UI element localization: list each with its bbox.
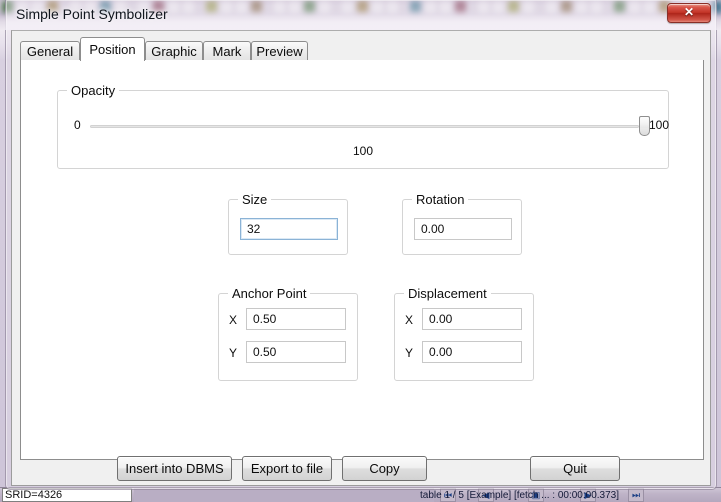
displacement-y-label: Y <box>405 346 414 360</box>
close-button[interactable] <box>667 3 711 23</box>
tab-mark[interactable]: Mark <box>203 41 251 61</box>
anchor-point-y-label: Y <box>229 346 238 360</box>
dialog-client-area: General Position Graphic Mark Preview Op… <box>11 30 711 486</box>
rotation-group-label: Rotation <box>412 192 469 207</box>
position-tab-page: Opacity 0 100 100 Size Rotation <box>20 60 704 460</box>
background-status-separator <box>134 488 434 502</box>
displacement-x-label: X <box>405 313 414 327</box>
displacement-group-label: Displacement <box>404 286 491 301</box>
rotation-input[interactable] <box>414 218 512 240</box>
tab-bar: General Position Graphic Mark Preview <box>20 37 704 61</box>
opacity-slider-track[interactable] <box>90 125 639 128</box>
background-nav-last-button[interactable]: ⏭ <box>628 488 644 502</box>
anchor-point-x-input[interactable] <box>246 308 346 330</box>
insert-into-dbms-button[interactable]: Insert into DBMS <box>117 456 232 481</box>
size-group-label: Size <box>238 192 272 207</box>
tab-graphic[interactable]: Graphic <box>145 41 203 61</box>
opacity-group-label: Opacity <box>67 83 120 98</box>
anchor-point-group: Anchor Point X Y <box>218 286 358 381</box>
background-srid-field[interactable]: SRID=4326 <box>2 488 132 502</box>
export-to-file-button[interactable]: Export to file <box>242 456 332 481</box>
opacity-group: Opacity 0 100 100 <box>57 83 670 169</box>
slider-min-label: 0 <box>74 118 81 132</box>
opacity-value-label: 100 <box>352 144 374 158</box>
window-titlebar[interactable]: Simple Point Symbolizer <box>5 0 717 30</box>
slider-max-label: 100 <box>649 118 670 132</box>
quit-button[interactable]: Quit <box>530 456 620 481</box>
displacement-x-input[interactable] <box>422 308 522 330</box>
background-status-text: table 1 / 5 [Example] [fetch ... : 00:00… <box>420 490 620 501</box>
rotation-group: Rotation <box>402 192 522 255</box>
tab-position[interactable]: Position <box>80 37 145 61</box>
anchor-point-x-label: X <box>229 313 238 327</box>
tab-general[interactable]: General <box>20 41 80 61</box>
size-group: Size <box>228 192 348 255</box>
anchor-point-group-label: Anchor Point <box>228 286 311 301</box>
window-title: Simple Point Symbolizer <box>16 6 168 22</box>
displacement-group: Displacement X Y <box>394 286 534 381</box>
anchor-point-y-input[interactable] <box>246 341 346 363</box>
displacement-y-input[interactable] <box>422 341 522 363</box>
tab-preview[interactable]: Preview <box>251 41 308 61</box>
simple-point-symbolizer-window: Simple Point Symbolizer General Position… <box>5 0 717 490</box>
size-input[interactable] <box>240 218 338 240</box>
copy-button[interactable]: Copy <box>342 456 427 481</box>
